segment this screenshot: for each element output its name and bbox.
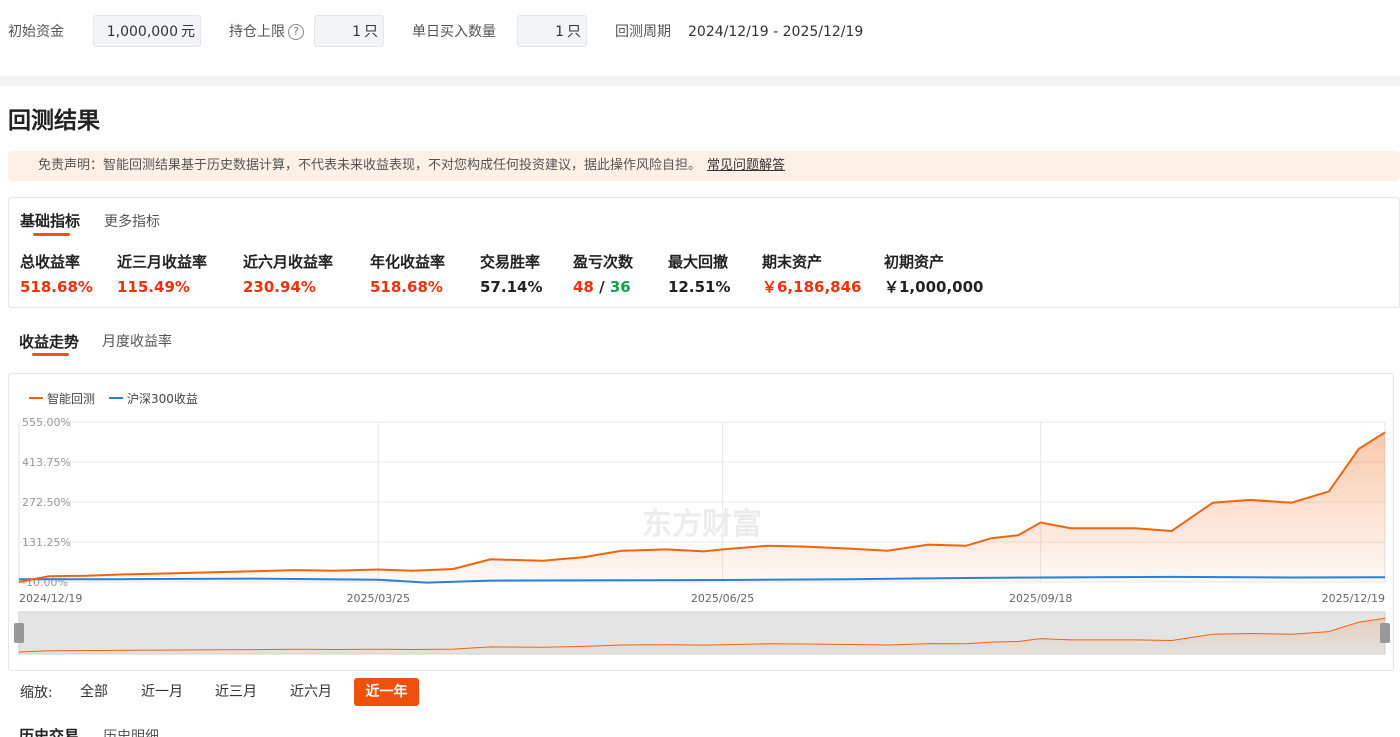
daily-buy-unit: 只 — [567, 24, 581, 40]
metric-6m-return: 近六月收益率 230.94% — [243, 252, 333, 297]
y-tick-label: 413.75% — [22, 456, 71, 469]
tab-basic-metrics[interactable]: 基础指标 — [20, 211, 80, 231]
metric-label: 近三月收益率 — [117, 253, 208, 271]
metric-3m-return: 近三月收益率 115.49% — [117, 252, 207, 297]
daily-buy-label: 单日买入数量 — [412, 24, 496, 40]
y-tick-label: 555.00% — [22, 416, 71, 429]
position-limit-label: 持仓上限 — [229, 24, 285, 40]
metric-final-assets: 期末资产 ￥6,186,846 — [762, 252, 861, 297]
metric-value: ￥1,000,000 — [884, 278, 984, 296]
metric-label: 初期资产 — [884, 253, 945, 271]
metric-separator: / — [599, 278, 605, 296]
metric-win-rate: 交易胜率 57.14% — [480, 252, 542, 297]
x-tick-label: 2024/12/19 — [19, 592, 82, 605]
y-tick-label: 131.25% — [22, 536, 71, 549]
initial-capital-label: 初始资金 — [8, 24, 64, 40]
metric-label: 年化收益率 — [370, 253, 446, 271]
metric-label: 总收益率 — [20, 253, 81, 271]
metric-label: 期末资产 — [762, 253, 823, 271]
metric-value: 12.51% — [668, 278, 731, 296]
position-limit-unit: 只 — [364, 24, 378, 40]
metric-label: 盈亏次数 — [573, 253, 634, 271]
question-circle-icon[interactable]: ? — [288, 24, 304, 40]
results-section: 回测结果 免责声明：智能回测结果基于历史数据计算，不代表未来收益表现，不对您构成… — [0, 86, 1400, 737]
chart-canvas[interactable]: 555.00%413.75%272.50%131.25%-10.00%2024/… — [9, 374, 1395, 672]
zoom-label: 缩放: — [20, 685, 53, 701]
disclaimer-banner: 免责声明：智能回测结果基于历史数据计算，不代表未来收益表现，不对您构成任何投资建… — [8, 151, 1400, 181]
period-label: 回测周期 — [615, 24, 671, 40]
x-tick-label: 2025/12/19 — [1322, 592, 1385, 605]
x-tick-label: 2025/09/18 — [1009, 592, 1072, 605]
zoom-button-1y[interactable]: 近一年 — [354, 678, 419, 706]
backtest-params-bar: 初始资金 1,000,000 元 持仓上限 ? 1 只 单日买入数量 1 只 回… — [0, 0, 1400, 76]
tab-return-trend[interactable]: 收益走势 — [19, 332, 79, 352]
metric-value: 57.14% — [480, 278, 543, 296]
metric-value: 518.68% — [20, 278, 93, 296]
metric-value: 230.94% — [243, 278, 316, 296]
daily-buy-value: 1 — [555, 24, 564, 40]
initial-capital-unit: 元 — [181, 24, 195, 40]
metric-loss-count: 36 — [609, 278, 631, 296]
metric-label: 交易胜率 — [480, 253, 541, 271]
tab-more-metrics[interactable]: 更多指标 — [104, 212, 160, 232]
metric-value: 518.68% — [370, 278, 443, 296]
zoom-button-all[interactable]: 全部 — [70, 678, 118, 706]
position-limit-input[interactable]: 1 只 — [314, 15, 384, 47]
navigator-handle-left[interactable] — [14, 623, 24, 643]
metric-total-return: 总收益率 518.68% — [20, 252, 93, 297]
x-tick-label: 2025/03/25 — [347, 592, 410, 605]
return-chart: 智能回测 沪深300收益 555.00% 413.75% 272.50% 131.25… — [8, 373, 1394, 671]
zoom-button-1m[interactable]: 近一月 — [132, 678, 192, 706]
watermark-text: 东方财富 — [642, 507, 762, 542]
zoom-controls: 缩放: 全部 近一月 近三月 近六月 近一年 — [0, 678, 1400, 708]
initial-capital-value: 1,000,000 — [106, 24, 178, 40]
faq-link[interactable]: 常见问题解答 — [707, 158, 785, 173]
tab-history-details[interactable]: 历史明细 — [103, 727, 159, 737]
x-tick-label: 2025/06/25 — [691, 592, 754, 605]
zoom-button-3m[interactable]: 近三月 — [206, 678, 266, 706]
daily-buy-input[interactable]: 1 只 — [517, 15, 587, 47]
tab-active-indicator — [32, 353, 69, 356]
metrics-panel: 基础指标 更多指标 总收益率 518.68% 近三月收益率 115.49% 近六… — [8, 197, 1400, 308]
initial-capital-input[interactable]: 1,000,000 元 — [93, 15, 201, 47]
zoom-button-6m[interactable]: 近六月 — [281, 678, 341, 706]
history-panel: 历史交易 历史明细 — [8, 716, 1400, 737]
metric-value: 115.49% — [117, 278, 190, 296]
metric-win-count: 48 — [573, 278, 594, 296]
metric-value: ￥6,186,846 — [762, 278, 862, 296]
metric-win-loss-count: 盈亏次数 48 / 36 — [573, 252, 633, 297]
metric-label: 近六月收益率 — [243, 253, 334, 271]
period-value: 2024/12/19 - 2025/12/19 — [688, 24, 864, 40]
position-limit-value: 1 — [352, 24, 361, 40]
page-title: 回测结果 — [8, 108, 100, 134]
navigator-handle-right[interactable] — [1380, 623, 1390, 643]
tab-history-trades[interactable]: 历史交易 — [19, 726, 79, 737]
tab-active-indicator — [33, 233, 70, 236]
metric-initial-assets: 初期资产 ￥1,000,000 — [884, 252, 983, 297]
metric-label: 最大回撤 — [668, 253, 729, 271]
metric-max-drawdown: 最大回撤 12.51% — [668, 252, 730, 297]
metric-annual-return: 年化收益率 518.68% — [370, 252, 445, 297]
tab-monthly-return[interactable]: 月度收益率 — [102, 332, 172, 352]
disclaimer-text: 免责声明：智能回测结果基于历史数据计算，不代表未来收益表现，不对您构成任何投资建… — [38, 158, 702, 173]
y-tick-label: 272.50% — [22, 496, 71, 509]
